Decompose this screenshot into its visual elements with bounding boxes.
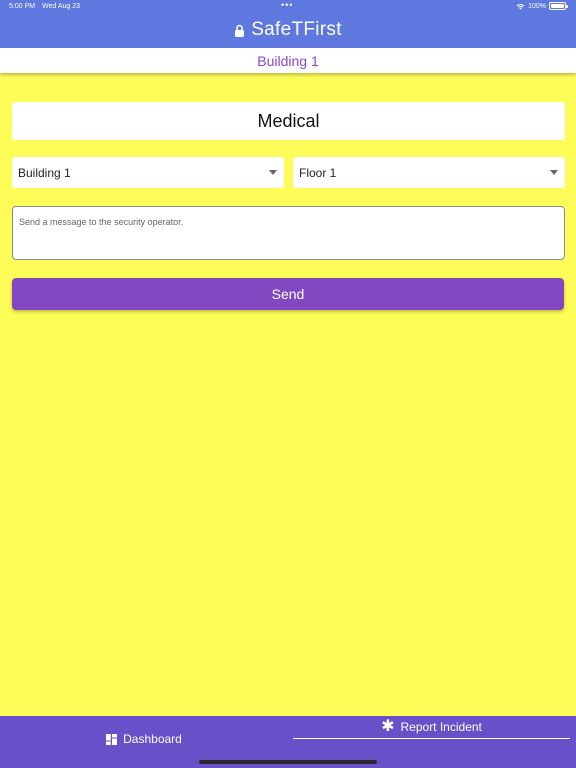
send-button[interactable]: Send xyxy=(12,278,564,310)
dashboard-icon xyxy=(106,733,118,745)
wifi-icon xyxy=(516,3,525,9)
title-row: SafeTFirst xyxy=(0,18,576,42)
battery-percent: 100% xyxy=(528,2,546,10)
chevron-down-icon xyxy=(269,170,277,175)
multitask-dots[interactable]: ••• xyxy=(281,0,293,10)
floor-select-value: Floor 1 xyxy=(299,165,337,180)
incident-type-card: Medical xyxy=(12,102,565,140)
message-input[interactable] xyxy=(12,206,565,260)
battery-icon xyxy=(549,2,568,10)
building-subheader: Building 1 xyxy=(0,48,576,73)
app-header: 5:00 PM Wed Aug 23 ••• 100% SafeTFirst xyxy=(0,0,576,48)
app-title: SafeTFirst xyxy=(251,19,342,40)
lock-icon xyxy=(235,24,245,37)
status-time: 5:00 PM xyxy=(9,3,36,10)
tab-dashboard[interactable]: Dashboard xyxy=(0,720,288,758)
building-select[interactable]: Building 1 xyxy=(12,157,284,188)
building-select-value: Building 1 xyxy=(18,165,71,180)
tab-dashboard-label: Dashboard xyxy=(123,732,182,746)
incident-type: Medical xyxy=(257,110,320,131)
tab-report-incident-label: Report Incident xyxy=(400,720,482,734)
home-indicator[interactable] xyxy=(199,760,377,764)
status-right: 100% xyxy=(516,2,568,10)
floor-select[interactable]: Floor 1 xyxy=(293,157,565,188)
chevron-down-icon xyxy=(550,170,558,175)
tab-report-incident[interactable]: ✱ Report Incident xyxy=(293,716,570,739)
asterisk-icon: ✱ xyxy=(381,718,395,735)
building-title: Building 1 xyxy=(257,52,319,69)
status-date: Wed Aug 23 xyxy=(42,3,81,10)
